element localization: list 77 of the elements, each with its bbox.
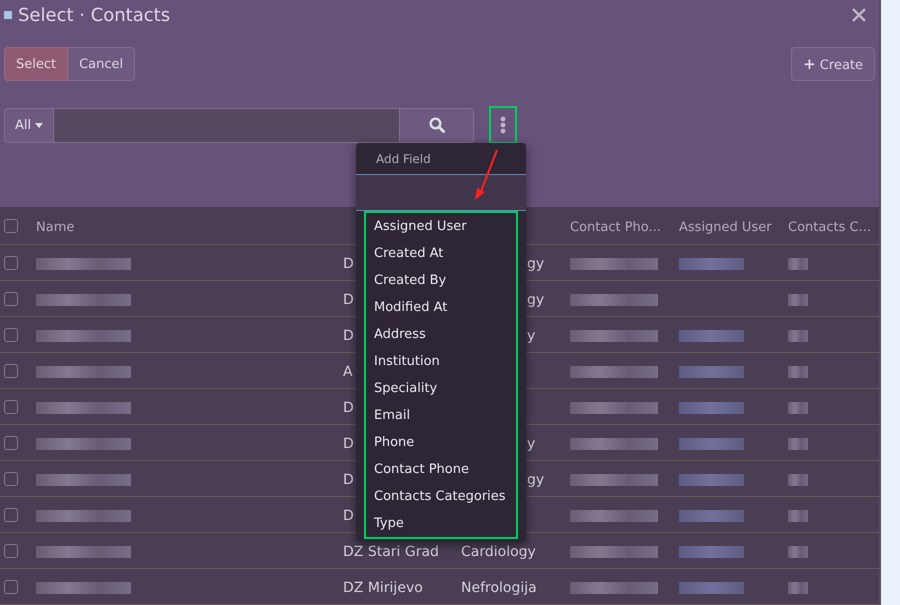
filter-field[interactable] xyxy=(356,175,526,211)
table-cell: D xyxy=(343,472,354,488)
close-button[interactable] xyxy=(851,7,867,23)
table-cell: y xyxy=(527,328,536,344)
search-field[interactable] xyxy=(54,108,399,142)
blurred-text xyxy=(788,258,808,270)
checkbox[interactable] xyxy=(4,544,18,558)
blurred-text xyxy=(679,582,744,594)
blurred-text xyxy=(679,438,744,450)
table-cell: gy xyxy=(527,472,544,488)
menu-item[interactable]: Created At xyxy=(366,240,516,267)
menu-item[interactable]: Contact Phone xyxy=(366,456,516,483)
checkbox[interactable] xyxy=(4,328,18,342)
column-header[interactable]: Assigned User xyxy=(679,220,772,235)
more-icon xyxy=(500,116,506,134)
table-cell: gy xyxy=(527,256,544,272)
menu-item[interactable]: Speciality xyxy=(366,375,516,402)
table-cell: Cardiology xyxy=(461,544,536,560)
blurred-text xyxy=(679,474,744,486)
blurred-text xyxy=(788,474,808,486)
menu-item[interactable]: Type xyxy=(366,510,516,537)
menu-item[interactable]: Modified At xyxy=(366,294,516,321)
blurred-text xyxy=(679,258,744,270)
column-header[interactable]: Contacts C... xyxy=(788,220,871,235)
checkbox[interactable] xyxy=(4,580,18,594)
search-icon xyxy=(428,117,444,133)
select-button[interactable]: Select xyxy=(4,47,68,81)
column-header[interactable]: Name xyxy=(36,220,74,235)
checkbox[interactable] xyxy=(4,218,18,232)
blurred-text xyxy=(788,510,808,522)
blurred-text xyxy=(679,546,744,558)
blurred-text xyxy=(679,366,744,378)
blurred-text xyxy=(788,294,808,306)
menu-item[interactable]: Address xyxy=(366,321,516,348)
blurred-text xyxy=(679,402,744,414)
table-cell: gy xyxy=(527,292,544,308)
table-cell: DZ Stari Grad xyxy=(343,544,439,560)
table-cell: D xyxy=(343,436,354,452)
scope-dropdown[interactable]: All xyxy=(4,108,54,142)
table-cell: D xyxy=(343,256,354,272)
window-title: Select · Contacts xyxy=(18,4,170,26)
cancel-button[interactable]: Cancel xyxy=(68,47,136,81)
checkbox[interactable] xyxy=(4,472,18,486)
table-cell: D xyxy=(343,292,354,308)
menu-item[interactable]: Assigned User xyxy=(366,213,516,240)
checkbox[interactable] xyxy=(4,436,18,450)
checkbox[interactable] xyxy=(4,508,18,522)
caret-icon xyxy=(35,122,44,128)
table-cell: A xyxy=(343,364,353,380)
table-cell: D xyxy=(343,508,354,524)
menu-item[interactable]: Institution xyxy=(366,348,516,375)
checkbox[interactable] xyxy=(4,256,18,270)
column-header[interactable]: Contact Pho... xyxy=(570,220,661,235)
menu-item[interactable]: Created By xyxy=(366,267,516,294)
menu-item[interactable]: Email xyxy=(366,402,516,429)
table-cell: D xyxy=(343,400,354,416)
blurred-text xyxy=(788,366,808,378)
menu-item[interactable]: Contacts Categories xyxy=(366,483,516,510)
blurred-text xyxy=(788,330,808,342)
search-button[interactable] xyxy=(399,108,474,142)
table-cell: Nefrologija xyxy=(461,580,537,596)
menu-item[interactable]: Phone xyxy=(366,429,516,456)
blurred-text xyxy=(788,402,808,414)
blurred-text xyxy=(679,510,744,522)
close-icon xyxy=(851,7,867,23)
table-cell: D xyxy=(343,328,354,344)
table-cell: y xyxy=(527,436,536,452)
blurred-text xyxy=(788,438,808,450)
checkbox[interactable] xyxy=(4,292,18,306)
checkbox[interactable] xyxy=(4,400,18,414)
create-button[interactable]: + Create xyxy=(791,47,875,81)
blurred-text xyxy=(679,330,744,342)
blurred-text xyxy=(788,582,808,594)
blurred-text xyxy=(788,546,808,558)
square-icon xyxy=(4,11,12,19)
table-cell: DZ Mirijevo xyxy=(343,580,423,596)
checkbox[interactable] xyxy=(4,364,18,378)
